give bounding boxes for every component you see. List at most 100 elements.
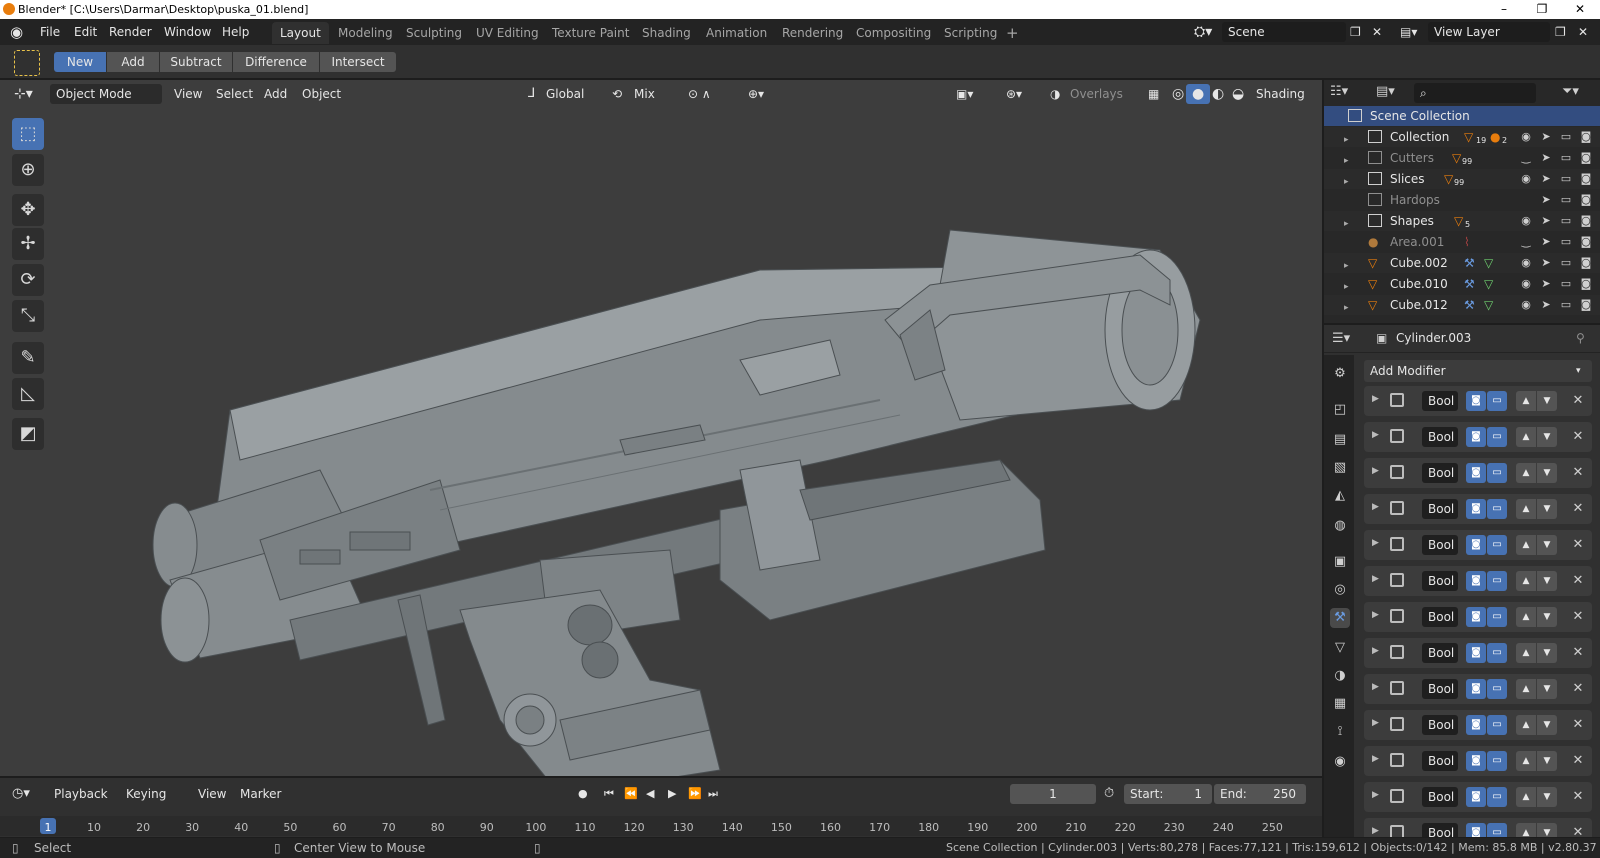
blender-menu-icon[interactable]: ◉	[10, 19, 23, 45]
menu-render[interactable]: Render	[109, 19, 152, 45]
stopwatch-icon[interactable]: ⏱	[1104, 784, 1114, 804]
viewport-disable-icon[interactable]: ▭	[1558, 274, 1574, 294]
tab-layout[interactable]: Layout	[272, 22, 329, 44]
monitor-icon[interactable]: ▭	[1487, 571, 1507, 591]
render-disable-icon[interactable]: ◙	[1578, 148, 1594, 168]
eye-icon[interactable]: ◉	[1518, 211, 1534, 231]
output-tab-icon[interactable]: ▤	[1330, 430, 1350, 450]
expand-icon[interactable]: ▶	[1372, 610, 1379, 620]
expand-icon[interactable]: ▶	[1372, 646, 1379, 656]
modifier-bool-6[interactable]: ▶ Bool ◙ ▭ ▲ ▼ ✕	[1364, 566, 1592, 596]
constraints-tab-icon[interactable]: ◎	[1330, 580, 1350, 600]
snap-icon[interactable]: ⟲	[606, 84, 628, 104]
selectable-icon[interactable]: ➤	[1538, 253, 1554, 273]
prev-keyframe-icon[interactable]: ⏪	[624, 784, 638, 804]
expand-icon[interactable]: ▶	[1372, 826, 1379, 836]
record-icon[interactable]: ●	[578, 784, 588, 804]
outliner-item-hardops[interactable]: Hardops ➤ ▭ ◙	[1324, 190, 1600, 210]
properties-editor-icon[interactable]: ☰▾	[1332, 331, 1350, 346]
viewport-disable-icon[interactable]: ▭	[1558, 253, 1574, 273]
modifier-bool-11[interactable]: ▶ Bool ◙ ▭ ▲ ▼ ✕	[1364, 746, 1592, 776]
viewport-disable-icon[interactable]: ▭	[1558, 127, 1574, 147]
view-layer-tab-icon[interactable]: ▧	[1330, 458, 1350, 478]
move-up-button[interactable]: ▲	[1516, 787, 1536, 807]
remove-modifier-button[interactable]: ✕	[1569, 607, 1587, 627]
move-down-button[interactable]: ▼	[1537, 679, 1557, 699]
timeline-view-menu[interactable]: View	[198, 784, 226, 804]
play-reverse-icon[interactable]: ◀	[646, 784, 654, 804]
remove-modifier-button[interactable]: ✕	[1569, 571, 1587, 591]
material-tab-icon[interactable]: ◉	[1330, 752, 1350, 772]
selectable-icon[interactable]: ➤	[1538, 127, 1554, 147]
expand-icon[interactable]: ▶	[1372, 466, 1379, 476]
move-down-button[interactable]: ▼	[1537, 607, 1557, 627]
pin-icon[interactable]: ⚲	[1576, 331, 1585, 345]
shading-dropdown[interactable]: Shading	[1250, 84, 1311, 104]
eye-icon[interactable]: ◉	[1518, 169, 1534, 189]
viewport-disable-icon[interactable]: ▭	[1558, 211, 1574, 231]
view-object-types-icon[interactable]: ▣▾	[950, 84, 979, 104]
play-icon[interactable]: ▶	[668, 784, 676, 804]
eye-closed-icon[interactable]: ‿	[1518, 148, 1534, 168]
display-mode-icon[interactable]: ▤▾	[1376, 84, 1395, 99]
camera-icon[interactable]: ◙	[1466, 427, 1486, 447]
camera-icon[interactable]: ◙	[1466, 499, 1486, 519]
move-up-button[interactable]: ▲	[1516, 715, 1536, 735]
scene-field[interactable]: Scene	[1222, 22, 1346, 42]
modifier-bool-2[interactable]: ▶ Bool ◙ ▭ ▲ ▼ ✕	[1364, 422, 1592, 452]
select-box-tool-icon[interactable]: ⬚	[12, 118, 44, 150]
outliner-item-cube-012[interactable]: ▸ ▽ Cube.012 ⚒ ▽ ◉ ➤ ▭ ◙	[1324, 295, 1600, 315]
camera-icon[interactable]: ◙	[1466, 787, 1486, 807]
expand-icon[interactable]: ▶	[1372, 394, 1379, 404]
modifier-bool-10[interactable]: ▶ Bool ◙ ▭ ▲ ▼ ✕	[1364, 710, 1592, 740]
move-arrows-tool-icon[interactable]: ✢	[12, 228, 44, 260]
move-up-button[interactable]: ▲	[1516, 391, 1536, 411]
selectable-icon[interactable]: ➤	[1538, 148, 1554, 168]
tab-shading[interactable]: Shading	[634, 22, 699, 44]
particles-tab-icon[interactable]: ▽	[1330, 638, 1350, 658]
outliner-item-area-001[interactable]: ● Area.001 ⌇ ‿ ➤ ▭ ◙	[1324, 232, 1600, 252]
next-keyframe-icon[interactable]: ⏩	[688, 784, 702, 804]
monitor-icon[interactable]: ▭	[1487, 787, 1507, 807]
monitor-icon[interactable]: ▭	[1487, 643, 1507, 663]
remove-modifier-button[interactable]: ✕	[1569, 787, 1587, 807]
selectable-icon[interactable]: ➤	[1538, 274, 1554, 294]
view-layer-field[interactable]: View Layer	[1428, 22, 1550, 42]
measure-tool-icon[interactable]: ◺	[12, 378, 44, 410]
camera-icon[interactable]: ◙	[1466, 643, 1486, 663]
viewport-disable-icon[interactable]: ▭	[1558, 295, 1574, 315]
rotate-tool-icon[interactable]: ⟳	[12, 264, 44, 296]
move-up-button[interactable]: ▲	[1516, 499, 1536, 519]
close-button[interactable]: ✕	[1562, 0, 1598, 19]
viewport-disable-icon[interactable]: ▭	[1558, 169, 1574, 189]
camera-icon[interactable]: ◙	[1466, 607, 1486, 627]
minimize-button[interactable]: –	[1486, 0, 1522, 19]
outliner-item-slices[interactable]: ▸ Slices ▽ 99 ◉ ➤ ▭ ◙	[1324, 169, 1600, 189]
move-up-button[interactable]: ▲	[1516, 463, 1536, 483]
expand-icon[interactable]: ▶	[1372, 430, 1379, 440]
remove-modifier-button[interactable]: ✕	[1569, 535, 1587, 555]
maximize-button[interactable]: ❐	[1524, 0, 1560, 19]
visibility-icon[interactable]: ⊛▾	[1000, 84, 1028, 104]
expand-icon[interactable]: ▶	[1372, 538, 1379, 548]
modifier-bool-9[interactable]: ▶ Bool ◙ ▭ ▲ ▼ ✕	[1364, 674, 1592, 704]
outliner-item-cube-010[interactable]: ▸ ▽ Cube.010 ⚒ ▽ ◉ ➤ ▭ ◙	[1324, 274, 1600, 294]
remove-modifier-button[interactable]: ✕	[1569, 823, 1587, 837]
timeline-editor-icon[interactable]: ◷▾	[12, 784, 30, 804]
jump-end-icon[interactable]: ⏭	[708, 784, 718, 804]
remove-modifier-button[interactable]: ✕	[1569, 391, 1587, 411]
bool-subtract-button[interactable]: Subtract	[160, 52, 232, 72]
scene-icon[interactable]: ⛭▾	[1194, 19, 1212, 45]
render-disable-icon[interactable]: ◙	[1578, 190, 1594, 210]
move-down-button[interactable]: ▼	[1537, 427, 1557, 447]
render-disable-icon[interactable]: ◙	[1578, 274, 1594, 294]
monitor-icon[interactable]: ▭	[1487, 607, 1507, 627]
move-up-button[interactable]: ▲	[1516, 607, 1536, 627]
modifier-bool-5[interactable]: ▶ Bool ◙ ▭ ▲ ▼ ✕	[1364, 530, 1592, 560]
eye-icon[interactable]: ◉	[1518, 127, 1534, 147]
bool-new-button[interactable]: New	[54, 52, 106, 72]
annotate-tool-icon[interactable]: ✎	[12, 342, 44, 374]
tool-tab-icon[interactable]: ⚙	[1330, 364, 1350, 384]
snap-dropdown[interactable]: Mix	[628, 84, 661, 104]
eye-icon[interactable]: ◉	[1518, 295, 1534, 315]
